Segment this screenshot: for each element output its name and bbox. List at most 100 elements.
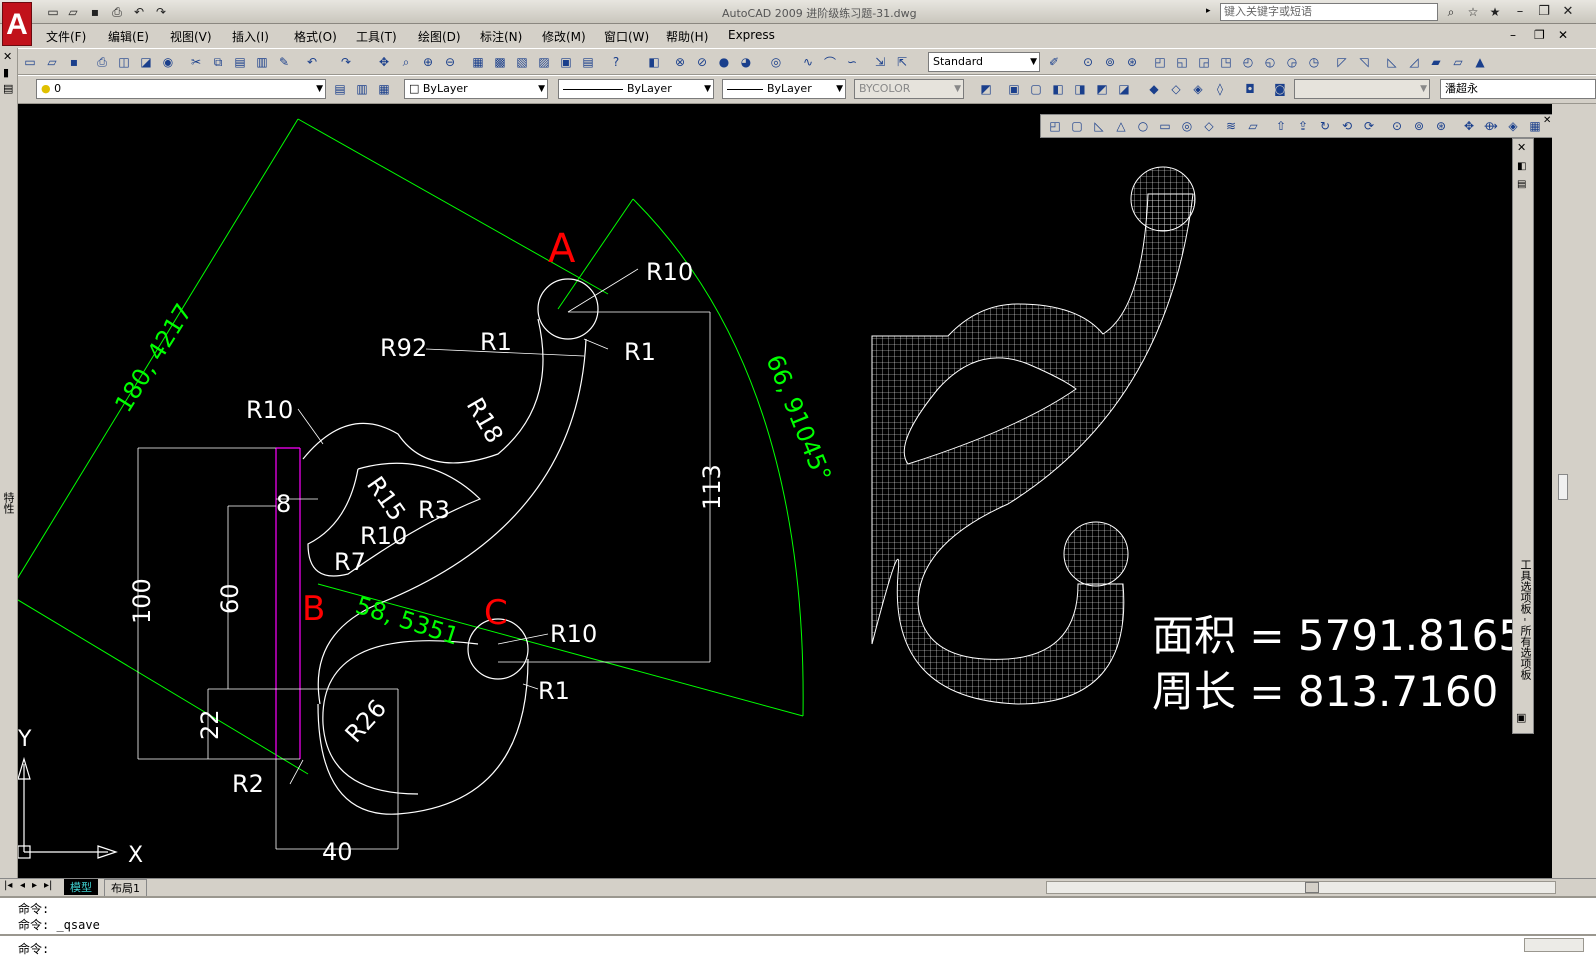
text-style-select[interactable]: Standard ▼ bbox=[928, 52, 1040, 72]
pyramid-icon[interactable]: ◇ bbox=[1199, 116, 1219, 136]
horizontal-scrollbar[interactable] bbox=[1046, 881, 1556, 894]
interfere-icon[interactable]: ◸ bbox=[1332, 52, 1352, 72]
revolve-tool-icon[interactable]: ⟲ bbox=[1337, 116, 1357, 136]
sphere-tool-icon[interactable]: ○ bbox=[1133, 116, 1153, 136]
slice-icon[interactable]: ◵ bbox=[1260, 52, 1280, 72]
layer-previous-icon[interactable]: ▥ bbox=[352, 79, 372, 99]
properties-icon[interactable]: ▦ bbox=[468, 52, 488, 72]
color-select[interactable]: □ ByLayer ▼ bbox=[404, 79, 548, 99]
cut-icon[interactable]: ✂ bbox=[186, 52, 206, 72]
layer-manager-icon[interactable]: ▤ bbox=[330, 79, 350, 99]
arc-icon[interactable]: ⌒ bbox=[820, 52, 840, 72]
extrude-tool-icon[interactable]: ⇧ bbox=[1271, 116, 1291, 136]
spline-icon[interactable]: ∽ bbox=[842, 52, 862, 72]
view-select[interactable]: ▼ bbox=[1294, 79, 1430, 99]
menu-format[interactable]: 格式(O) bbox=[294, 28, 337, 45]
iso-nw-icon[interactable]: ◊ bbox=[1210, 79, 1230, 99]
intersect-tool-icon[interactable]: ⊛ bbox=[1431, 116, 1451, 136]
doc-close-button[interactable]: ✕ bbox=[1558, 28, 1568, 42]
lock-icon[interactable]: ◎ bbox=[766, 52, 786, 72]
tab-layout1[interactable]: 布局1 bbox=[104, 879, 147, 897]
iso-se-icon[interactable]: ◇ bbox=[1166, 79, 1186, 99]
iso-ne-icon[interactable]: ◈ bbox=[1188, 79, 1208, 99]
named-views-icon[interactable]: ◙ bbox=[1270, 79, 1290, 99]
zoom-previous-icon[interactable]: ⊖ bbox=[440, 52, 460, 72]
left-pin-icon[interactable]: ▮ bbox=[3, 66, 9, 79]
tab-prev-icon[interactable]: ◂ bbox=[20, 880, 25, 891]
search-icon[interactable]: ⌕ bbox=[1442, 4, 1460, 20]
new-file-icon[interactable]: ▭ bbox=[44, 4, 62, 20]
section-icon[interactable]: ◶ bbox=[1282, 52, 1302, 72]
open-file-icon[interactable]: ▱ bbox=[64, 4, 82, 20]
iso-sw-icon[interactable]: ◆ bbox=[1144, 79, 1164, 99]
favorites-icon[interactable]: ★ bbox=[1486, 4, 1504, 20]
circle2-icon[interactable]: ⊘ bbox=[692, 52, 712, 72]
view-left-icon[interactable]: ◧ bbox=[1048, 79, 1068, 99]
flatshot-icon[interactable]: ◷ bbox=[1304, 52, 1324, 72]
qnew-icon[interactable]: ▭ bbox=[20, 52, 40, 72]
union-tool-icon[interactable]: ⊙ bbox=[1387, 116, 1407, 136]
imprint-icon[interactable]: ◿ bbox=[1404, 52, 1424, 72]
camera-icon[interactable]: ◘ bbox=[1240, 79, 1260, 99]
check-icon[interactable]: ▲ bbox=[1470, 52, 1490, 72]
subtract-tool-icon[interactable]: ⊚ bbox=[1409, 116, 1429, 136]
linetype-select[interactable]: ByLayer ▼ bbox=[558, 79, 714, 99]
redo-toolbar-icon[interactable]: ↷ bbox=[336, 52, 356, 72]
tab-model[interactable]: 模型 bbox=[64, 879, 98, 895]
3d-move-icon[interactable]: ✥ bbox=[1459, 116, 1479, 136]
command-scrollbar[interactable] bbox=[1524, 938, 1584, 952]
render-window-icon[interactable]: ◩ bbox=[976, 79, 996, 99]
polyline-icon[interactable]: ∿ bbox=[798, 52, 818, 72]
app-logo[interactable]: A bbox=[2, 2, 32, 46]
menu-insert[interactable]: 插入(I) bbox=[232, 28, 269, 45]
lineweight-select[interactable]: ByLayer ▼ bbox=[722, 79, 846, 99]
palette-close-icon[interactable]: ✕ bbox=[1517, 141, 1526, 154]
sheet-set-icon[interactable]: ▨ bbox=[534, 52, 554, 72]
layer-select[interactable]: ● 0 ▼ bbox=[36, 79, 326, 99]
publish-icon[interactable]: ◪ bbox=[136, 52, 156, 72]
communication-icon[interactable]: ☆ bbox=[1464, 4, 1482, 20]
view-right-icon[interactable]: ◨ bbox=[1070, 79, 1090, 99]
3d-dwf-icon[interactable]: ◉ bbox=[158, 52, 178, 72]
zoom-window-icon[interactable]: ⊕ bbox=[418, 52, 438, 72]
doc-restore-button[interactable]: ❐ bbox=[1534, 28, 1545, 42]
menu-edit[interactable]: 编辑(E) bbox=[108, 28, 149, 45]
tool-palettes-icon[interactable]: ▧ bbox=[512, 52, 532, 72]
palette-autohide-icon[interactable]: ◧ bbox=[1517, 161, 1526, 172]
palette-title[interactable]: 工具选项板 - 所有选项板 bbox=[1515, 559, 1533, 680]
palette-icon[interactable]: ▣ bbox=[1516, 711, 1526, 724]
minimize-button[interactable]: – bbox=[1510, 3, 1530, 21]
loft-icon[interactable]: ◳ bbox=[1216, 52, 1236, 72]
separate-icon[interactable]: ▱ bbox=[1448, 52, 1468, 72]
plotstyle-select[interactable]: BYCOLOR ▼ bbox=[854, 79, 964, 99]
plot-icon[interactable]: ⎙ bbox=[92, 52, 112, 72]
left-close-icon[interactable]: ✕ bbox=[3, 50, 12, 63]
doc-minimize-button[interactable]: – bbox=[1510, 28, 1516, 42]
dist-icon[interactable]: ⇱ bbox=[892, 52, 912, 72]
search-input[interactable]: 键入关键字或短语 bbox=[1220, 3, 1438, 21]
preview-icon[interactable]: ◫ bbox=[114, 52, 134, 72]
block-icon[interactable]: ◧ bbox=[644, 52, 664, 72]
loft-tool-icon[interactable]: ⟳ bbox=[1359, 116, 1379, 136]
menu-tools[interactable]: 工具(T) bbox=[356, 28, 397, 45]
presspull-icon[interactable]: ◴ bbox=[1238, 52, 1258, 72]
markup-icon[interactable]: ▣ bbox=[556, 52, 576, 72]
zoom-realtime-icon[interactable]: ⌕ bbox=[396, 52, 416, 72]
sweep-tool-icon[interactable]: ↻ bbox=[1315, 116, 1335, 136]
undo-icon[interactable]: ↶ bbox=[130, 4, 148, 20]
intersect-icon[interactable]: ⊛ bbox=[1122, 52, 1142, 72]
close-button[interactable]: ✕ bbox=[1558, 3, 1578, 21]
cylinder-icon[interactable]: ▭ bbox=[1155, 116, 1175, 136]
view-front-icon[interactable]: ◩ bbox=[1092, 79, 1112, 99]
help-icon[interactable]: ? bbox=[606, 52, 626, 72]
copy-icon[interactable]: ⧉ bbox=[208, 52, 228, 72]
paste-block-icon[interactable]: ▥ bbox=[252, 52, 272, 72]
view-back-icon[interactable]: ◪ bbox=[1114, 79, 1134, 99]
save-icon[interactable]: ▪ bbox=[86, 4, 104, 20]
menu-window[interactable]: 窗口(W) bbox=[604, 28, 649, 45]
drawing-canvas[interactable]: R10 R92 R1 R1 R18 R10 R15 R3 R10 R7 R10 … bbox=[18, 104, 1552, 878]
horizontal-scroll-thumb[interactable] bbox=[1305, 882, 1319, 893]
thicken-icon[interactable]: ◹ bbox=[1354, 52, 1374, 72]
menu-view[interactable]: 视图(V) bbox=[170, 28, 212, 45]
sphere-icon[interactable]: ● bbox=[714, 52, 734, 72]
